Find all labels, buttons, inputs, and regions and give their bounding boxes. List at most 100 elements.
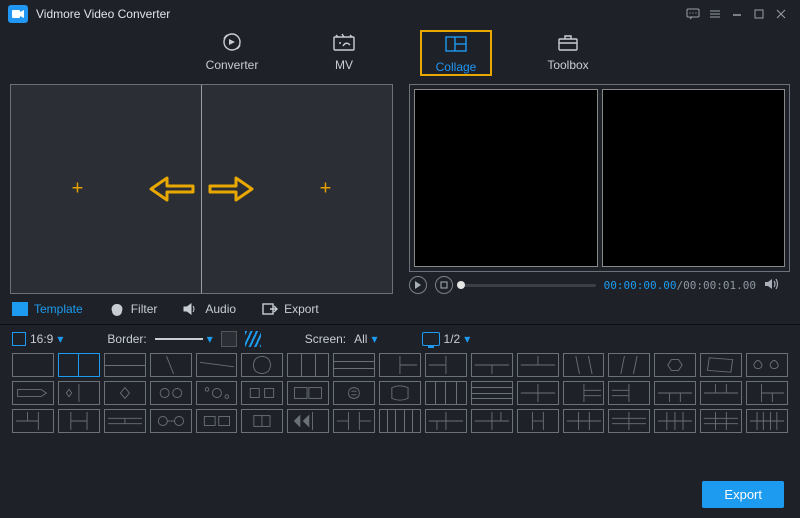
screen-value: All — [354, 332, 367, 346]
template-thumb[interactable] — [746, 381, 788, 405]
template-thumb[interactable] — [379, 381, 421, 405]
template-thumb[interactable] — [746, 353, 788, 377]
template-thumb[interactable] — [287, 409, 329, 433]
chevron-down-icon: ▾ — [57, 332, 63, 346]
template-toolbar: 16:9 ▾ Border: ▾ Screen: All ▾ 1/2 ▾ — [0, 325, 800, 353]
template-thumb[interactable] — [471, 409, 513, 433]
app-logo — [8, 5, 28, 23]
page-selector[interactable]: 1/2 ▾ — [422, 332, 471, 346]
mv-icon — [332, 30, 356, 54]
collage-slot-right[interactable]: + — [202, 85, 392, 293]
template-thumb[interactable] — [700, 409, 742, 433]
sub-tab-audio[interactable]: Audio — [183, 302, 236, 316]
stop-button[interactable] — [435, 276, 453, 294]
add-media-icon: + — [320, 178, 332, 201]
sub-tab-export[interactable]: Export — [262, 302, 319, 316]
collage-icon — [444, 32, 468, 56]
template-thumb[interactable] — [471, 381, 513, 405]
export-button[interactable]: Export — [702, 481, 784, 508]
template-thumb[interactable] — [425, 353, 467, 377]
minimize-icon[interactable] — [726, 5, 748, 23]
sub-tab-template[interactable]: Template — [12, 302, 83, 316]
converter-icon — [221, 30, 243, 54]
template-thumb[interactable] — [58, 409, 100, 433]
template-thumb[interactable] — [333, 353, 375, 377]
nav-mv[interactable]: MV — [308, 30, 380, 76]
aspect-ratio-dropdown[interactable]: 16:9 ▾ — [12, 332, 63, 346]
template-thumb[interactable] — [287, 353, 329, 377]
page-value: 1/2 — [444, 332, 461, 346]
template-thumb[interactable] — [608, 353, 650, 377]
template-thumb[interactable] — [746, 409, 788, 433]
nav-label: Toolbox — [547, 58, 588, 72]
time-display: 00:00:00.00/00:00:01.00 — [604, 279, 756, 292]
menu-icon[interactable] — [704, 5, 726, 23]
template-thumb[interactable] — [563, 381, 605, 405]
template-thumb[interactable] — [104, 381, 146, 405]
template-thumb[interactable] — [425, 409, 467, 433]
feedback-icon[interactable] — [682, 5, 704, 23]
play-button[interactable] — [409, 276, 427, 294]
template-thumb[interactable] — [700, 381, 742, 405]
nav-converter[interactable]: Converter — [196, 30, 268, 76]
collage-slot-left[interactable]: + — [11, 85, 201, 293]
template-thumb[interactable] — [150, 381, 192, 405]
nav-collage[interactable]: Collage — [420, 30, 492, 76]
border-pattern-picker[interactable] — [245, 331, 261, 347]
template-thumb[interactable] — [241, 381, 283, 405]
template-thumb[interactable] — [12, 353, 54, 377]
template-thumb[interactable] — [241, 409, 283, 433]
sub-tab-label: Export — [284, 302, 319, 316]
sub-tab-filter[interactable]: Filter — [109, 302, 158, 316]
filter-icon — [109, 302, 125, 316]
border-style-dropdown[interactable]: ▾ — [155, 332, 213, 346]
volume-icon[interactable] — [764, 277, 780, 294]
template-thumb[interactable] — [241, 353, 283, 377]
app-title: Vidmore Video Converter — [36, 7, 170, 21]
template-thumb[interactable] — [471, 353, 513, 377]
template-thumb[interactable] — [287, 381, 329, 405]
template-thumb[interactable] — [104, 409, 146, 433]
template-thumb[interactable] — [379, 409, 421, 433]
template-thumb[interactable] — [196, 353, 238, 377]
export-icon — [262, 302, 278, 316]
template-thumb[interactable] — [12, 409, 54, 433]
template-thumb[interactable] — [654, 409, 696, 433]
progress-handle[interactable] — [457, 281, 465, 289]
nav-toolbox[interactable]: Toolbox — [532, 30, 604, 76]
template-thumb[interactable] — [379, 353, 421, 377]
template-thumb[interactable] — [150, 409, 192, 433]
template-thumb[interactable] — [104, 353, 146, 377]
template-grid — [0, 353, 800, 433]
template-thumb[interactable] — [150, 353, 192, 377]
template-thumb[interactable] — [517, 353, 559, 377]
border-color-picker[interactable] — [221, 331, 237, 347]
template-thumb[interactable] — [608, 409, 650, 433]
template-thumb[interactable] — [608, 381, 650, 405]
template-thumb[interactable] — [700, 353, 742, 377]
sub-tab-label: Template — [34, 302, 83, 316]
template-thumb[interactable] — [563, 409, 605, 433]
template-thumb[interactable] — [58, 381, 100, 405]
close-icon[interactable] — [770, 5, 792, 23]
template-thumb[interactable] — [654, 381, 696, 405]
progress-bar[interactable] — [461, 284, 596, 287]
template-thumb[interactable] — [12, 381, 54, 405]
template-thumb[interactable] — [58, 353, 100, 377]
sub-tab-label: Audio — [205, 302, 236, 316]
template-thumb[interactable] — [333, 381, 375, 405]
template-thumb[interactable] — [563, 353, 605, 377]
template-thumb[interactable] — [654, 353, 696, 377]
template-thumb[interactable] — [196, 409, 238, 433]
template-thumb[interactable] — [196, 381, 238, 405]
screen-icon — [422, 332, 440, 346]
template-thumb[interactable] — [517, 381, 559, 405]
screen-dropdown[interactable]: All ▾ — [354, 332, 377, 346]
preview-panel — [409, 84, 790, 272]
template-thumb[interactable] — [425, 381, 467, 405]
template-thumb[interactable] — [517, 409, 559, 433]
nav-label: Collage — [436, 60, 477, 74]
template-thumb[interactable] — [333, 409, 375, 433]
maximize-icon[interactable] — [748, 5, 770, 23]
nav-label: Converter — [206, 58, 259, 72]
